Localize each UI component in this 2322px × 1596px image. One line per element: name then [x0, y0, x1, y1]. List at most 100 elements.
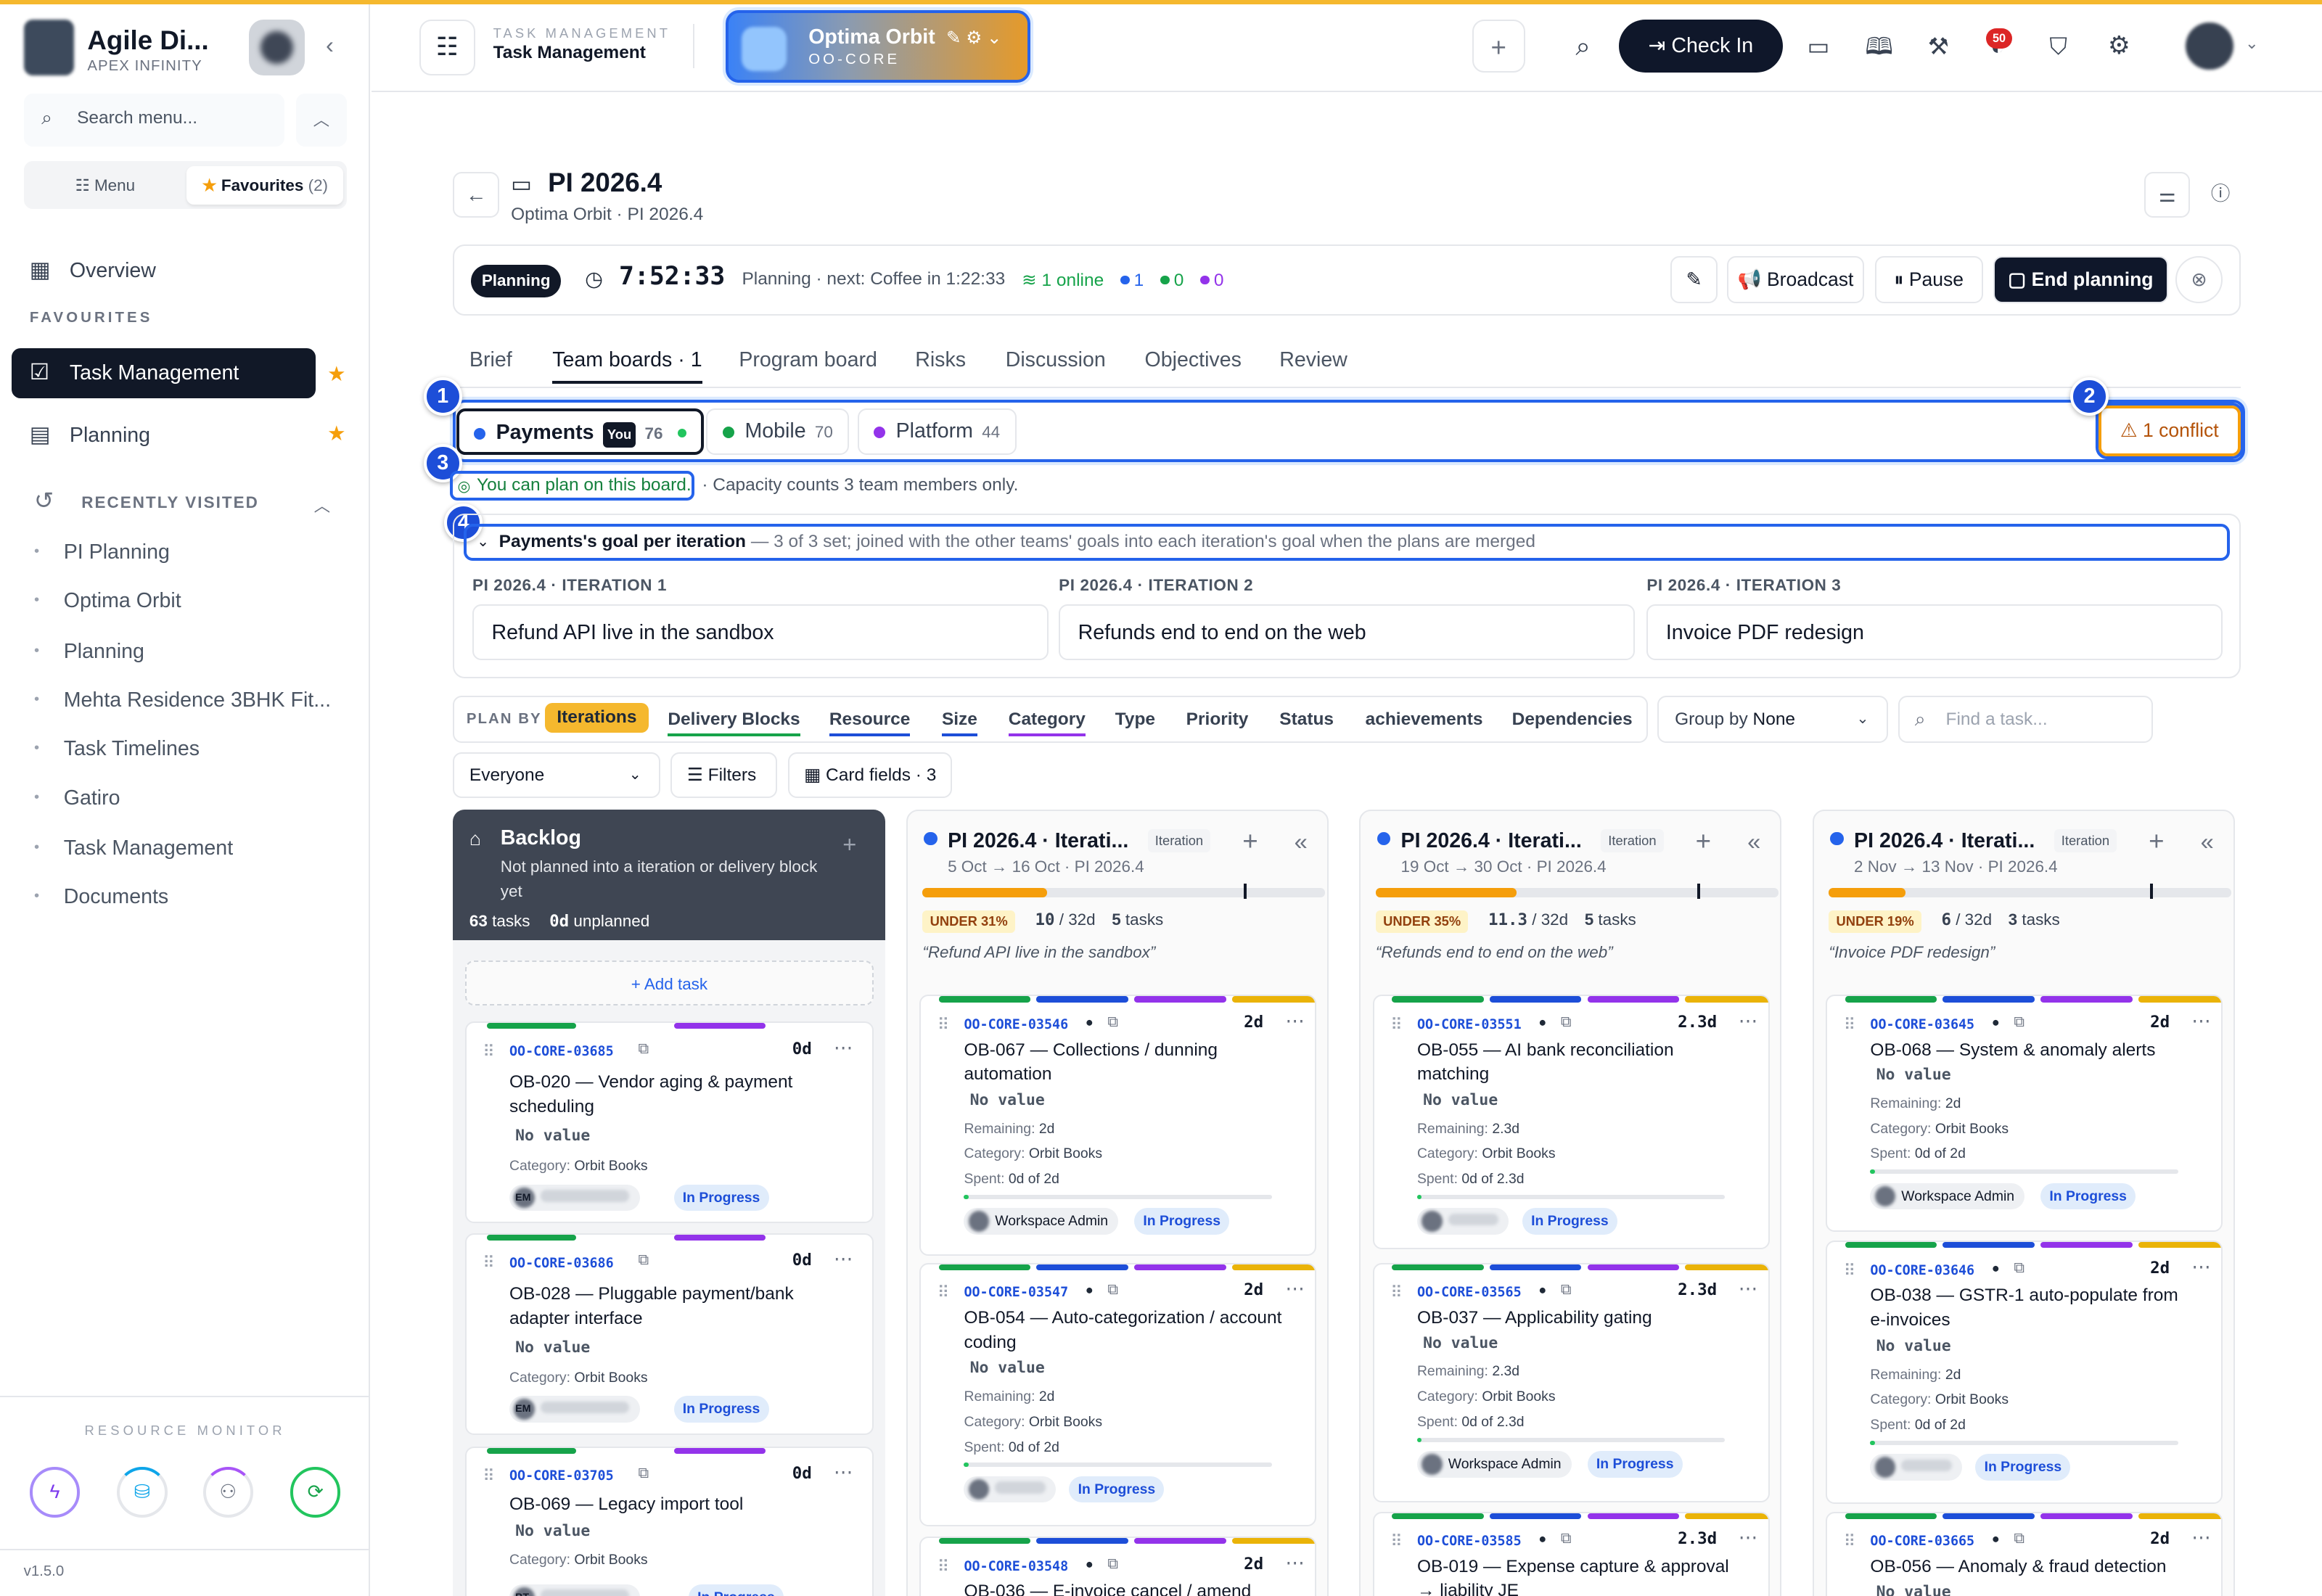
board-chip-mobile[interactable]: Mobile 70 [706, 408, 850, 455]
tab-risks[interactable]: Risks [915, 348, 966, 372]
collapse-sidebar-icon[interactable]: ‹ [326, 31, 334, 59]
drag-handle-icon[interactable]: ⠿ [1844, 1016, 1855, 1034]
more-icon[interactable]: ⋯ [1739, 1010, 1758, 1032]
copy-icon[interactable]: ⧉ [1107, 1282, 1118, 1299]
assignee-chip[interactable]: EM [509, 1184, 640, 1212]
board-chip-platform[interactable]: Platform 44 [857, 408, 1017, 455]
drag-handle-icon[interactable]: ⠿ [938, 1016, 949, 1034]
assignee-chip[interactable] [1870, 1453, 1962, 1481]
task-card[interactable]: ⠿ OO-CORE-03565 ● ⧉ 2.3d ⋯ OB-037 — Applicabil… [1372, 1262, 1770, 1503]
task-card[interactable]: ⠿ OO-CORE-03685 ⧉ 0d ⋯ OB-020 — Vendor aging … [464, 1021, 874, 1223]
plan-by-size[interactable]: Size [941, 709, 977, 736]
task-code[interactable]: OO-CORE-03548 [964, 1559, 1068, 1574]
more-icon[interactable]: ⋯ [2191, 1010, 2211, 1032]
tab-objectives[interactable]: Objectives [1145, 348, 1242, 372]
drag-handle-icon[interactable]: ⠿ [1844, 1532, 1855, 1551]
iteration-goal-input[interactable]: Refunds end to end on the web [1059, 604, 1636, 661]
plan-by-priority[interactable]: Priority [1186, 709, 1249, 730]
plan-by-resource[interactable]: Resource [829, 709, 911, 736]
task-card[interactable]: ⠿ OO-CORE-03705 ⧉ 0d ⋯ OB-069 — Legacy import… [464, 1446, 874, 1596]
add-task-button[interactable]: + Add task [464, 961, 874, 1005]
task-code[interactable]: OO-CORE-03646 [1870, 1263, 1974, 1278]
tab-menu[interactable]: ☷ Menu [27, 166, 184, 205]
drag-handle-icon[interactable]: ⠿ [1390, 1016, 1402, 1034]
task-title[interactable]: OB-038 — GSTR-1 auto-populate from e-inv… [1870, 1283, 2196, 1332]
drag-handle-icon[interactable]: ⠿ [1390, 1532, 1402, 1551]
pause-button[interactable]: ⏸ Pause [1874, 256, 1983, 304]
more-icon[interactable]: ⋯ [1285, 1278, 1305, 1300]
filters-button[interactable]: ☰ Filters [670, 752, 778, 798]
copy-icon[interactable]: ⧉ [1561, 1014, 1572, 1031]
recent-item[interactable]: Mehta Residence 3BHK Fit... [34, 688, 331, 712]
tab-brief[interactable]: Brief [469, 348, 512, 372]
sidebar-item-task-management[interactable]: ☑ Task Management [12, 347, 316, 398]
more-icon[interactable]: ⋯ [2191, 1526, 2211, 1549]
more-icon[interactable]: ⋯ [834, 1461, 853, 1484]
task-code[interactable]: OO-CORE-03645 [1870, 1017, 1974, 1032]
edit-pencil-icon[interactable]: ✎ [1670, 256, 1718, 304]
task-title[interactable]: OB-019 — Expense capture & approval → li… [1417, 1555, 1743, 1596]
assignee-chip[interactable]: Workspace Admin [964, 1208, 1119, 1235]
everyone-select[interactable]: Everyone ⌄ [453, 752, 661, 798]
check-in-button[interactable]: ⇥ Check In [1618, 19, 1784, 73]
copy-icon[interactable]: ⧉ [1107, 1014, 1118, 1031]
task-code[interactable]: OO-CORE-03585 [1417, 1534, 1522, 1549]
search-menu-input[interactable]: ⌕ Search menu... [23, 93, 284, 147]
end-planning-button[interactable]: ▢ End planning [1993, 256, 2168, 304]
add-icon[interactable]: + [1242, 826, 1258, 857]
copy-icon[interactable]: ⧉ [1107, 1556, 1118, 1573]
task-title[interactable]: OB-036 — E-invoice cancel / amend [964, 1579, 1289, 1596]
task-card[interactable]: ⠿ OO-CORE-03547 ● ⧉ 2d ⋯ OB-054 — Auto-categor… [919, 1262, 1317, 1526]
task-code[interactable]: OO-CORE-03547 [964, 1285, 1068, 1300]
favourite-star-icon[interactable]: ★ [327, 361, 346, 387]
assignee-chip[interactable] [964, 1476, 1056, 1503]
task-management-icon[interactable]: ☷ [419, 19, 476, 76]
add-icon[interactable]: + [2149, 826, 2164, 857]
task-title[interactable]: OB-069 — Legacy import tool [509, 1492, 835, 1517]
tab-favourites[interactable]: ★ Favourites (2) [186, 165, 344, 205]
task-card[interactable]: ⠿ OO-CORE-03686 ⧉ 0d ⋯ OB-028 — Pluggable pay… [464, 1233, 874, 1435]
task-title[interactable]: OB-068 — System & anomaly alerts [1870, 1038, 2196, 1063]
plan-by-category[interactable]: Category [1008, 709, 1086, 736]
more-icon[interactable]: ⋯ [834, 1248, 853, 1270]
refresh-icon[interactable]: ⟳ [290, 1467, 341, 1518]
collapse-icon[interactable]: « [2201, 828, 2214, 855]
gear-icon[interactable]: ⚙ [2093, 20, 2146, 73]
chevron-up-icon[interactable]: ︿ [296, 93, 347, 147]
tab-review[interactable]: Review [1279, 348, 1347, 372]
copy-icon[interactable]: ⧉ [2014, 1014, 2024, 1031]
drag-handle-icon[interactable]: ⠿ [483, 1254, 494, 1272]
task-card[interactable]: ⠿ OO-CORE-03546 ● ⧉ 2d ⋯ OB-067 — Collections … [919, 995, 1317, 1256]
broadcast-button[interactable]: 📢 Broadcast [1726, 256, 1865, 304]
wrench-icon[interactable]: ⚒ [1912, 20, 1965, 73]
recent-item[interactable]: Documents [34, 885, 168, 909]
task-code[interactable]: OO-CORE-03551 [1417, 1017, 1522, 1032]
task-title[interactable]: OB-067 — Collections / dunning automatio… [964, 1038, 1289, 1087]
task-code[interactable]: OO-CORE-03546 [964, 1017, 1068, 1032]
task-title[interactable]: OB-055 — AI bank reconciliation matching [1417, 1038, 1743, 1087]
column-title[interactable]: PI 2026.4 · Iterati... [1854, 829, 2035, 853]
copy-icon[interactable]: ⧉ [2014, 1260, 2024, 1277]
workspace-edit-icon[interactable]: ✎ ⚙ ⌄ [946, 27, 1002, 49]
plan-by-iterations[interactable]: Iterations [545, 703, 649, 733]
chevron-up-icon[interactable]: ︿ [314, 493, 330, 517]
group-by-select[interactable]: Group by None ⌄ [1657, 696, 1888, 744]
task-title[interactable]: OB-020 — Vendor aging & payment scheduli… [509, 1070, 835, 1119]
tab-discussion[interactable]: Discussion [1006, 348, 1106, 372]
search-icon[interactable]: ⌕ [1556, 20, 1609, 73]
chevron-down-icon[interactable]: ⌄ [2245, 34, 2259, 53]
drag-handle-icon[interactable]: ⠿ [1390, 1283, 1402, 1302]
task-card[interactable]: ⠿ OO-CORE-03646 ● ⧉ 2d ⋯ OB-038 — GSTR-1 auto-… [1826, 1241, 2223, 1505]
drag-handle-icon[interactable]: ⠿ [483, 1042, 494, 1061]
assignee-chip[interactable] [1416, 1208, 1509, 1235]
copy-icon[interactable]: ⧉ [639, 1465, 649, 1482]
sidebar-item-planning[interactable]: ▤ Planning [12, 410, 315, 460]
add-icon[interactable]: + [842, 831, 856, 858]
drag-handle-icon[interactable]: ⠿ [938, 1558, 949, 1576]
plan-by-dependencies[interactable]: Dependencies [1512, 709, 1633, 730]
favourite-star-icon[interactable]: ★ [327, 421, 346, 446]
assignee-chip[interactable]: BT [509, 1584, 640, 1596]
task-code[interactable]: OO-CORE-03685 [509, 1044, 614, 1059]
bolt-icon[interactable]: ϟ [29, 1467, 81, 1518]
plan-by-type[interactable]: Type [1115, 709, 1155, 730]
